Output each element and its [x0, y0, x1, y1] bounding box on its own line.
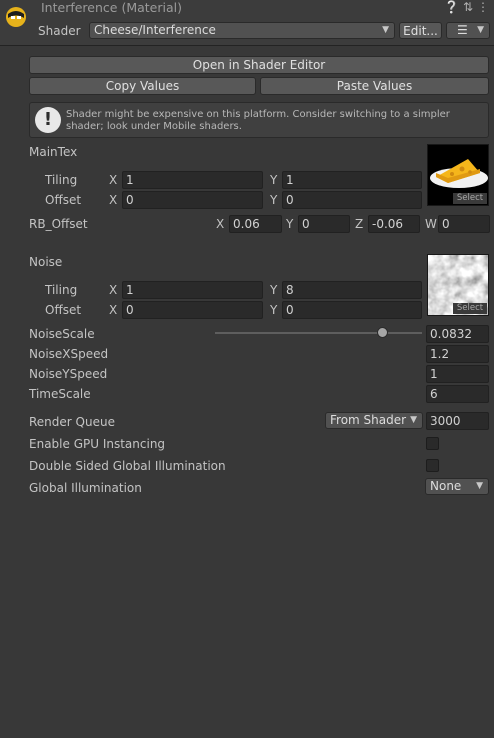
material-title: Interference (Material): [41, 0, 182, 15]
inspector-header: Interference (Material) ❔⇅⋮ Shader Chees…: [0, 0, 494, 46]
noise-scale-field[interactable]: 0.0832: [426, 325, 489, 343]
paste-values-button[interactable]: Paste Values: [260, 77, 489, 95]
noise-offset-y-field[interactable]: 0: [282, 301, 422, 319]
noise-y-speed-field[interactable]: 1: [426, 365, 489, 383]
help-text: Shader might be expensive on this platfo…: [66, 109, 450, 132]
material-icon: [6, 7, 26, 27]
noise-scale-slider-track[interactable]: [215, 332, 422, 334]
maintex-offset-y-field[interactable]: 0: [282, 191, 422, 209]
axis-x-label: X: [216, 217, 225, 231]
noise-texture-slot[interactable]: Select: [427, 254, 489, 316]
noise-tiling-y-field[interactable]: 8: [282, 281, 422, 299]
double-sided-gi-label: Double Sided Global Illumination: [29, 459, 226, 473]
axis-y-label: Y: [270, 283, 278, 297]
rb-offset-w-field[interactable]: 0: [438, 215, 490, 233]
maintex-label: MainTex: [29, 145, 78, 159]
rb-offset-y-field[interactable]: 0: [298, 215, 350, 233]
render-queue-mode-dropdown[interactable]: From Shader ▼: [325, 412, 423, 429]
axis-y-label: Y: [286, 217, 294, 231]
axis-x-label: X: [109, 303, 118, 317]
maintex-offset-x-field[interactable]: 0: [122, 191, 263, 209]
noise-tiling-label: Tiling: [45, 283, 78, 297]
rb-offset-label: RB_Offset: [29, 217, 88, 231]
maintex-offset-label: Offset: [45, 193, 82, 207]
copy-values-button[interactable]: Copy Values: [29, 77, 256, 95]
noise-x-speed-field[interactable]: 1.2: [426, 345, 489, 363]
list-icon: ☰: [457, 23, 468, 37]
render-queue-label: Render Queue: [29, 415, 115, 429]
shader-value: Cheese/Interference: [94, 23, 216, 37]
noise-scale-label: NoiseScale: [29, 327, 95, 341]
chevron-down-icon: ▼: [476, 481, 483, 491]
axis-y-label: Y: [270, 193, 278, 207]
noise-x-speed-label: NoiseXSpeed: [29, 347, 109, 361]
help-box: ! Shader might be expensive on this plat…: [29, 102, 489, 138]
chevron-down-icon: ▼: [382, 25, 389, 35]
noise-offset-x-field[interactable]: 0: [122, 301, 263, 319]
maintex-tiling-label: Tiling: [45, 173, 78, 187]
double-sided-gi-checkbox[interactable]: [426, 459, 439, 472]
axis-x-label: X: [109, 173, 118, 187]
axis-x-label: X: [109, 283, 118, 297]
gpu-instancing-checkbox[interactable]: [426, 437, 439, 450]
rb-offset-z-field[interactable]: -0.06: [368, 215, 420, 233]
more-icon[interactable]: ⋮: [477, 0, 493, 14]
render-queue-mode-value: From Shader: [330, 413, 407, 427]
help-icon[interactable]: ❔: [444, 0, 463, 14]
axis-x-label: X: [109, 193, 118, 207]
edit-shader-button[interactable]: Edit...: [399, 22, 442, 39]
global-illumination-label: Global Illumination: [29, 481, 142, 495]
axis-y-label: Y: [270, 303, 278, 317]
axis-w-label: W: [425, 217, 437, 231]
global-illumination-value: None: [430, 479, 462, 493]
open-shader-editor-button[interactable]: Open in Shader Editor: [29, 56, 489, 74]
chevron-down-icon: ▼: [477, 25, 484, 35]
noise-select-button[interactable]: Select: [453, 303, 487, 314]
rb-offset-x-field[interactable]: 0.06: [229, 215, 282, 233]
maintex-texture-slot[interactable]: Select: [427, 144, 489, 206]
maintex-select-button[interactable]: Select: [453, 193, 487, 204]
gpu-instancing-label: Enable GPU Instancing: [29, 437, 166, 451]
time-scale-label: TimeScale: [29, 387, 91, 401]
noise-tiling-x-field[interactable]: 1: [122, 281, 263, 299]
axis-z-label: Z: [355, 217, 364, 231]
noise-y-speed-label: NoiseYSpeed: [29, 367, 108, 381]
shader-dropdown[interactable]: Cheese/Interference ▼: [89, 22, 395, 39]
render-queue-field[interactable]: 3000: [426, 412, 489, 430]
global-illumination-dropdown[interactable]: None ▼: [425, 478, 489, 495]
maintex-tiling-y-field[interactable]: 1: [282, 171, 422, 189]
shader-options-dropdown[interactable]: ☰ ▼: [446, 22, 490, 39]
shader-label: Shader: [38, 24, 81, 38]
chevron-down-icon: ▼: [410, 415, 417, 425]
maintex-tiling-x-field[interactable]: 1: [122, 171, 263, 189]
time-scale-field[interactable]: 6: [426, 385, 489, 403]
header-icons: ❔⇅⋮: [444, 0, 493, 14]
info-icon: !: [35, 107, 61, 133]
preset-icon[interactable]: ⇅: [463, 0, 477, 14]
noise-label: Noise: [29, 255, 63, 269]
noise-scale-slider-thumb[interactable]: [376, 327, 388, 338]
axis-y-label: Y: [270, 173, 278, 187]
noise-offset-label: Offset: [45, 303, 82, 317]
